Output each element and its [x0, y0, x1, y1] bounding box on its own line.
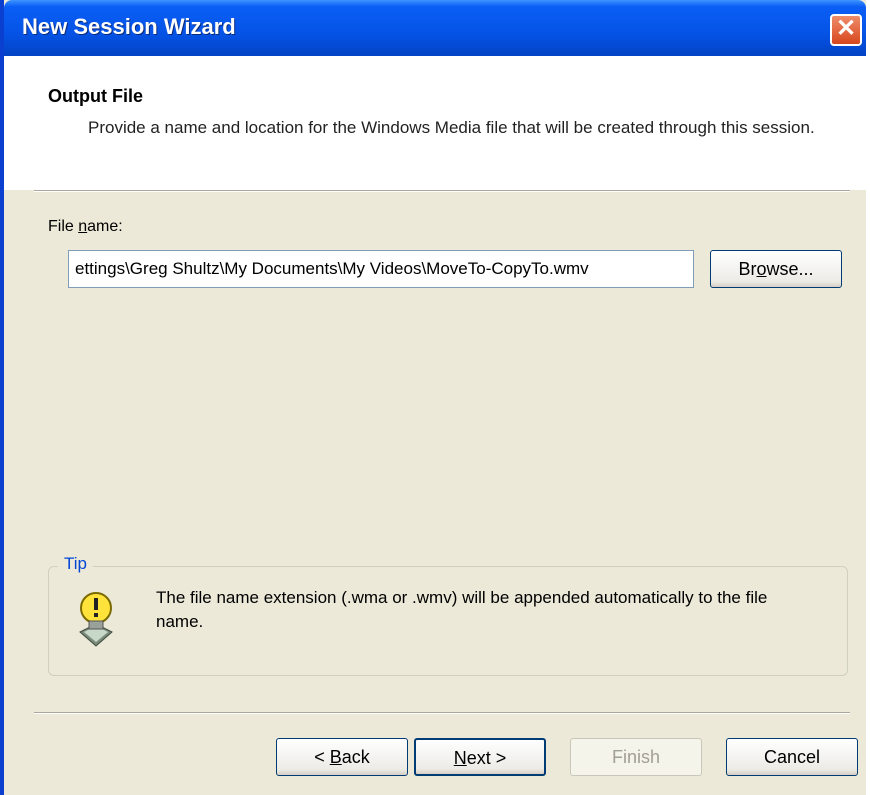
browse-button[interactable]: Browse... [710, 250, 842, 288]
finish-button: Finish [570, 738, 702, 776]
page-title: Output File [48, 86, 143, 106]
lightbulb-icon [79, 592, 113, 647]
tip-legend: Tip [58, 554, 93, 574]
back-button[interactable]: < Back [276, 738, 408, 776]
cancel-button[interactable]: Cancel [726, 738, 858, 776]
page-description: Provide a name and location for the Wind… [88, 118, 815, 137]
wizard-window: New Session Wizard ✕ Output File Provide… [0, 0, 866, 795]
title-bar[interactable]: New Session Wizard ✕ [4, 0, 866, 56]
close-button[interactable]: ✕ [830, 14, 862, 46]
footer-separator [34, 712, 850, 714]
close-icon: ✕ [835, 15, 857, 42]
next-button[interactable]: Next > [414, 738, 546, 776]
file-name-label: File name: [48, 218, 123, 235]
window-title: New Session Wizard [22, 14, 236, 39]
tip-text: The file name extension (.wma or .wmv) w… [156, 588, 768, 631]
file-name-input[interactable] [68, 250, 694, 288]
header-separator [34, 190, 850, 192]
